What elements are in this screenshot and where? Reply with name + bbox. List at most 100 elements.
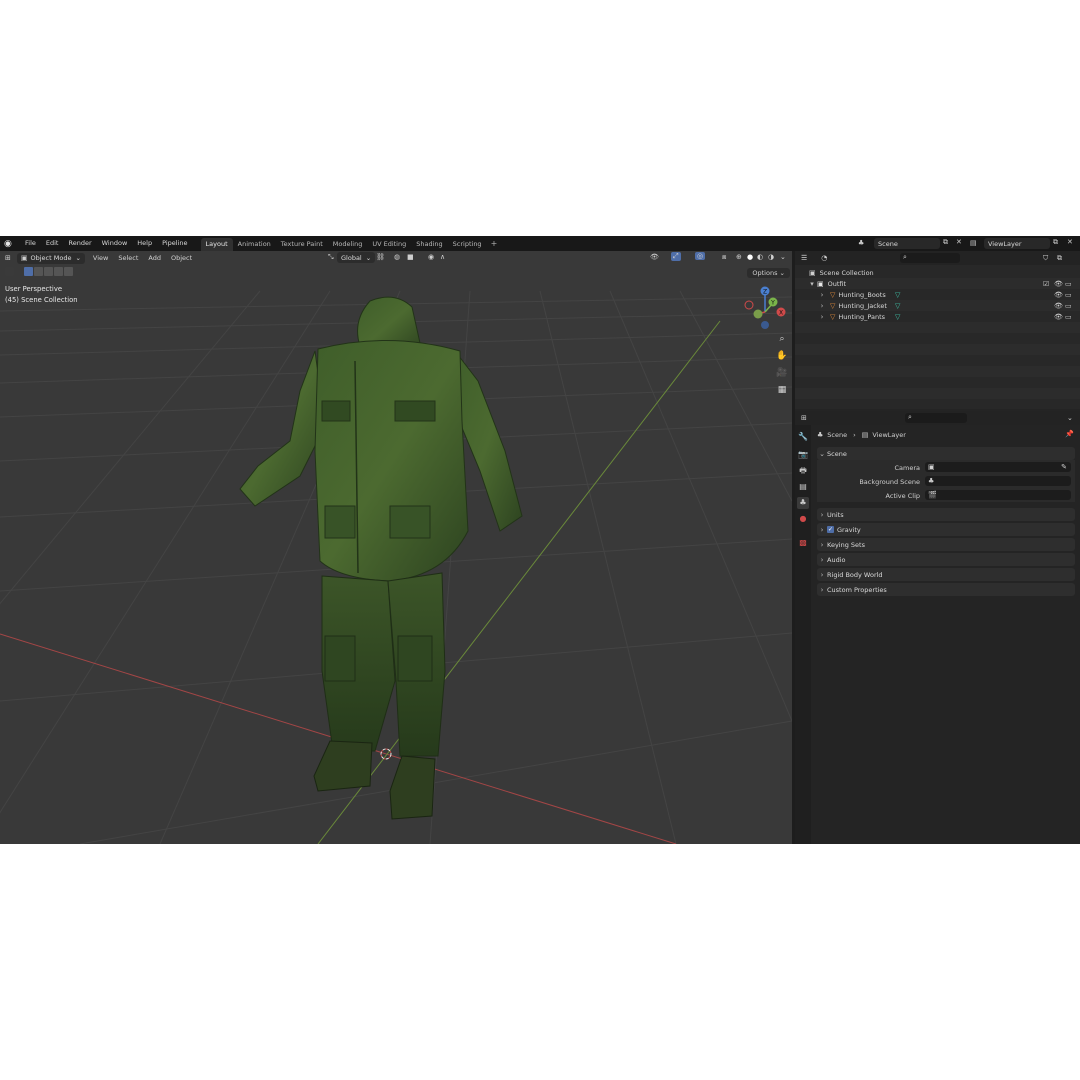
panel-gravity-header[interactable]: › ✓ Gravity [817,523,1075,536]
expand-arrow-icon[interactable]: › [817,302,827,310]
tab-uv-editing[interactable]: UV Editing [367,238,411,251]
camera-field[interactable]: ▣ ✎ [925,462,1071,472]
camera-view-icon[interactable]: 🎥 [776,367,788,379]
tab-layout[interactable]: Layout [200,238,233,251]
ortho-grid-icon[interactable]: ▦ [776,384,788,396]
active-clip-field[interactable]: 🎬 [925,490,1071,500]
select-extend-icon[interactable] [34,267,43,276]
pan-hand-icon[interactable]: ✋ [776,350,788,362]
snap-target-icon[interactable]: ■ [407,253,414,261]
menu-view[interactable]: View [88,254,113,262]
new-view-layer-icon[interactable]: ⧉ [1053,238,1058,247]
delete-scene-icon[interactable]: ✕ [956,238,962,246]
rendered-shading-icon[interactable]: ◑ [768,253,774,261]
snap-icon[interactable]: ◍ [394,253,400,261]
mode-dropdown[interactable]: ▣ Object Mode ⌄ [16,252,85,264]
gizmo-neg-z-axis[interactable] [761,321,769,329]
expand-arrow-icon[interactable]: › [817,291,827,299]
panel-custom-properties-header[interactable]: › Custom Properties [817,583,1075,596]
outliner-row-boots[interactable]: › ▽ Hunting_Boots ▽ 👁 ▭ [795,289,1080,300]
menu-add[interactable]: Add [143,254,166,262]
panel-scene-header[interactable]: ⌄ Scene [817,447,1075,460]
3d-viewport[interactable]: Z Y X ⊞ ▣ Object Mode ⌄ View Select Add … [0,251,792,844]
menu-select[interactable]: Select [113,254,143,262]
panel-audio-header[interactable]: › Audio [817,553,1075,566]
xray-icon[interactable]: ⧈ [722,253,726,262]
menu-render[interactable]: Render [63,236,96,251]
outliner-search-input[interactable]: ⌕ [900,253,960,263]
properties-editor-icon[interactable]: ⊞ [801,414,807,422]
pivot-icon[interactable]: ⛓ [376,253,385,261]
visibility-icon[interactable]: 👁 [650,253,659,261]
tab-shading[interactable]: Shading [411,238,447,251]
outliner-row-jacket[interactable]: › ▽ Hunting_Jacket ▽ 👁 ▭ [795,300,1080,311]
new-collection-icon[interactable]: ⧉ [1057,254,1062,263]
options-dropdown[interactable]: Options ⌄ [747,268,790,278]
delete-view-layer-icon[interactable]: ✕ [1067,238,1073,246]
eye-icon[interactable]: 👁 [1054,313,1063,321]
gizmo-toggle-icon[interactable]: ⤢ [671,252,681,261]
checkbox-icon[interactable]: ☑ [1043,280,1049,288]
output-tab-icon[interactable]: 🖶 [797,465,809,477]
gizmo-neg-y-axis[interactable] [753,309,763,319]
chevron-down-icon[interactable]: ⌄ [1067,414,1073,422]
editor-type-icon[interactable]: ⊞ [5,254,11,262]
monitor-icon[interactable]: ▭ [1065,280,1072,288]
properties-search-input[interactable]: ⌕ [905,413,967,423]
menu-file[interactable]: File [20,236,41,251]
outliner-editor-icon[interactable]: ☰ [801,254,807,262]
display-mode-icon[interactable]: ◔ [821,254,827,262]
panel-units-header[interactable]: › Units [817,508,1075,521]
tab-scripting[interactable]: Scripting [448,238,487,251]
overlay-toggle-icon[interactable]: ◎ [695,252,706,260]
expand-arrow-icon[interactable]: ▾ [807,280,817,288]
monitor-icon[interactable]: ▭ [1065,302,1072,310]
material-shading-icon[interactable]: ◐ [757,253,763,261]
monitor-icon[interactable]: ▭ [1065,313,1072,321]
background-scene-field[interactable]: ♣ [925,476,1071,486]
eye-icon[interactable]: 👁 [1054,302,1063,310]
outliner-row-outfit[interactable]: ▾ ▣ Outfit ☑ 👁 ▭ [795,278,1080,289]
select-new-icon[interactable] [24,267,33,276]
menu-pipeline[interactable]: Pipeline [157,236,192,251]
view-layer-tab-icon[interactable]: ▤ [797,481,809,493]
tool-tab-icon[interactable]: 🔧 [797,431,809,443]
proportional-edit-icon[interactable]: ◉ [428,253,434,261]
monitor-icon[interactable]: ▭ [1065,291,1072,299]
outliner-row-pants[interactable]: › ▽ Hunting_Pants ▽ 👁 ▭ [795,311,1080,322]
eyedropper-icon[interactable]: ✎ [1061,463,1067,471]
scene-icon[interactable]: ♣ [858,239,864,247]
falloff-icon[interactable]: ∧ [440,253,445,261]
panel-rigid-body-world-header[interactable]: › Rigid Body World [817,568,1075,581]
eye-icon[interactable]: 👁 [1054,291,1063,299]
view-layer-selector[interactable]: ViewLayer [984,238,1050,249]
scene-tab-icon[interactable]: ♣ [797,497,809,509]
render-tab-icon[interactable]: 📷 [797,449,809,461]
tab-modeling[interactable]: Modeling [328,238,368,251]
world-tab-icon[interactable]: ● [797,513,809,525]
blender-logo-icon[interactable]: ◉ [4,239,18,249]
zoom-icon[interactable]: ⌕ [776,333,788,345]
tab-animation[interactable]: Animation [233,238,276,251]
solid-shading-icon[interactable]: ● [747,253,753,261]
toolbar-toggle-icon[interactable] [5,267,14,276]
menu-edit[interactable]: Edit [41,236,64,251]
chevron-down-icon[interactable]: ⌄ [780,253,786,261]
panel-keying-sets-header[interactable]: › Keying Sets [817,538,1075,551]
pin-icon[interactable]: 📌 [1065,430,1074,438]
eye-icon[interactable]: 👁 [1054,280,1063,288]
select-intersect-icon[interactable] [64,267,73,276]
filter-icon[interactable]: ⛉ [1043,254,1048,263]
outliner-row-scene-collection[interactable]: ▣ Scene Collection [795,267,1080,278]
menu-object[interactable]: Object [166,254,197,262]
gizmo-neg-x-axis[interactable] [744,300,754,310]
gravity-checkbox[interactable]: ✓ [827,526,834,533]
outfit-model[interactable] [239,296,523,820]
scene-selector[interactable]: Scene [874,238,940,249]
menu-window[interactable]: Window [97,236,133,251]
expand-arrow-icon[interactable]: › [817,313,827,321]
tab-texture-paint[interactable]: Texture Paint [276,238,328,251]
new-scene-icon[interactable]: ⧉ [943,238,948,247]
navigation-gizmo[interactable]: Z Y X [744,286,786,330]
texture-tab-icon[interactable]: ▩ [797,537,809,549]
